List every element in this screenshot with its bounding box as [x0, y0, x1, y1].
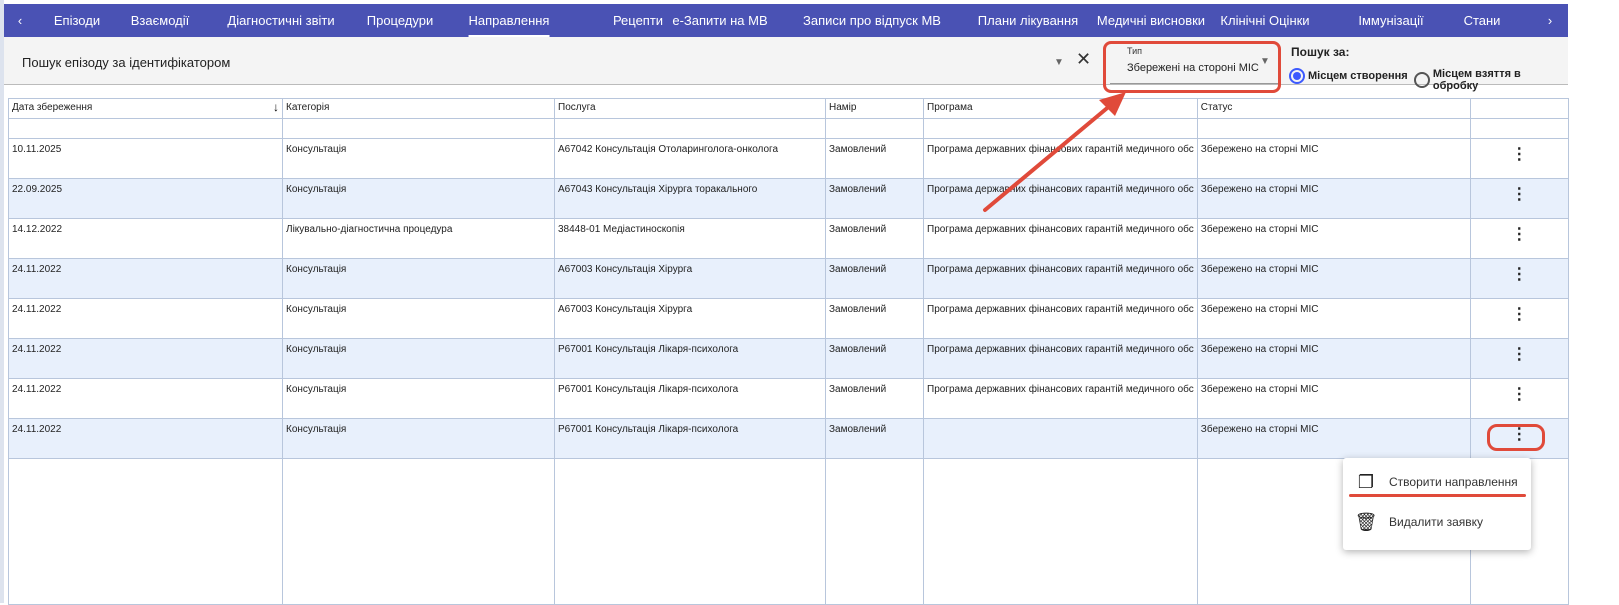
annotation-arrow: [983, 92, 1126, 212]
